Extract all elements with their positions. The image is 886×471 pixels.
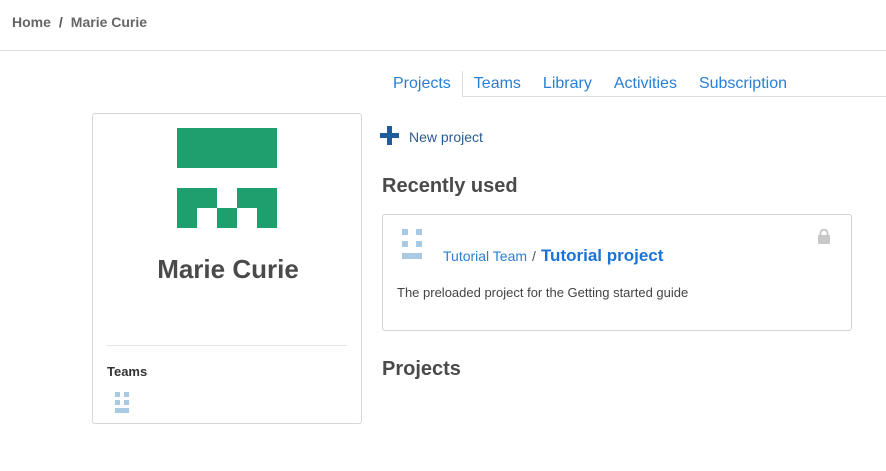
tab-projects[interactable]: Projects xyxy=(382,71,463,97)
project-description: The preloaded project for the Getting st… xyxy=(397,285,689,300)
breadcrumb-home-link[interactable]: Home xyxy=(12,14,51,30)
tab-activities[interactable]: Activities xyxy=(603,71,688,97)
teams-heading: Teams xyxy=(107,364,148,379)
recently-used-heading: Recently used xyxy=(382,175,518,197)
new-project-button[interactable]: New project xyxy=(380,126,483,145)
tab-library[interactable]: Library xyxy=(532,71,603,97)
lock-icon xyxy=(818,229,830,244)
project-icon xyxy=(402,229,422,259)
card-divider xyxy=(107,345,347,346)
header-divider xyxy=(0,50,886,51)
project-team-link[interactable]: Tutorial Team xyxy=(443,248,527,264)
breadcrumb: Home / Marie Curie xyxy=(12,14,147,30)
tab-bar: Projects Teams Library Activities Subscr… xyxy=(382,71,886,97)
plus-icon xyxy=(380,126,399,145)
breadcrumb-separator: / xyxy=(58,14,63,30)
new-project-label: New project xyxy=(409,129,483,145)
tab-teams[interactable]: Teams xyxy=(463,71,532,97)
profile-name: Marie Curie xyxy=(157,254,299,284)
profile-card: Marie Curie Teams xyxy=(92,113,362,424)
project-header: Tutorial Team / Tutorial project xyxy=(443,246,663,266)
projects-heading: Projects xyxy=(382,358,461,380)
project-separator: / xyxy=(532,248,536,264)
team-icon[interactable] xyxy=(115,392,129,414)
breadcrumb-current: Marie Curie xyxy=(70,14,148,30)
avatar xyxy=(177,128,277,228)
project-name-link[interactable]: Tutorial project xyxy=(541,246,663,266)
tab-subscription[interactable]: Subscription xyxy=(688,71,798,97)
project-card[interactable]: Tutorial Team / Tutorial project The pre… xyxy=(382,214,852,331)
